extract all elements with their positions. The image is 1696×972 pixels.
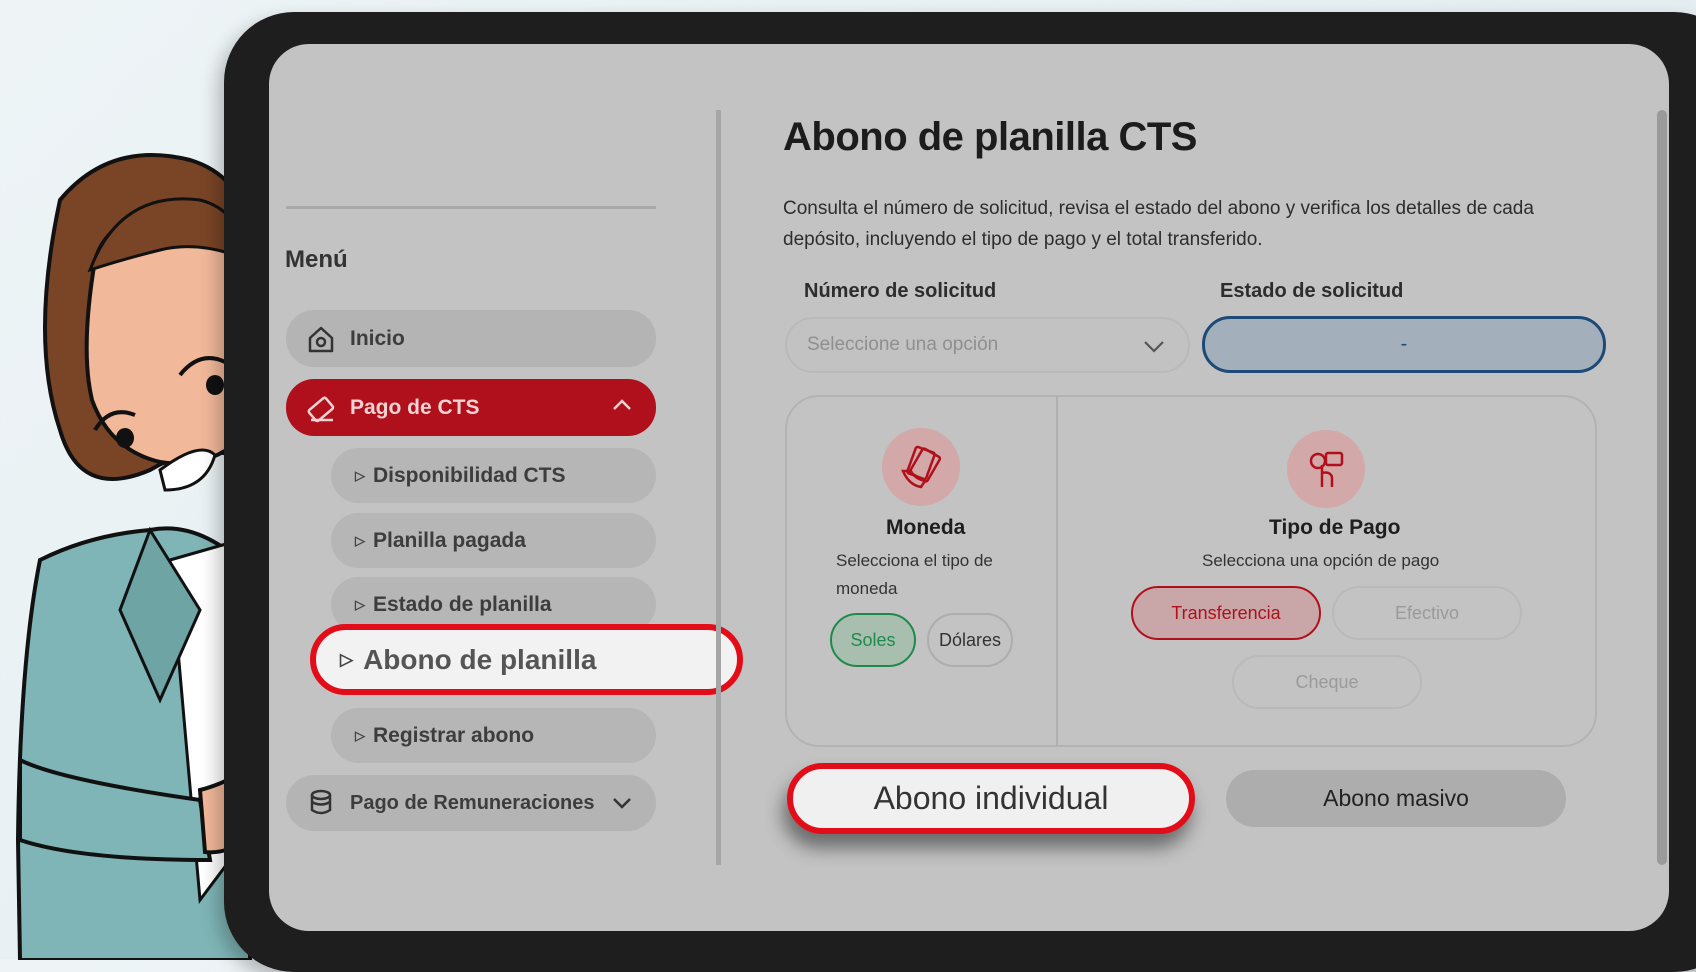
submenu-label: Estado de planilla: [373, 592, 552, 616]
tipo-pago-subtitle: Selecciona una opción de pago: [1202, 551, 1440, 570]
submenu-abono-planilla-highlighted[interactable]: ▷ Abono de planilla: [310, 624, 743, 695]
menu-item-inicio[interactable]: Inicio: [286, 310, 656, 367]
estado-solicitud-field: -: [1202, 316, 1606, 373]
menu-item-pago-remuneraciones[interactable]: Pago de Remuneraciones: [286, 775, 656, 831]
submenu-registrar-abono[interactable]: ▷ Registrar abono: [331, 708, 656, 763]
option-efectivo[interactable]: Efectivo: [1332, 586, 1522, 640]
option-cheque[interactable]: Cheque: [1232, 655, 1422, 709]
page-description: Consulta el número de solicitud, revisa …: [783, 198, 1534, 250]
moneda-subtitle: Selecciona el tipo de moneda: [836, 551, 993, 598]
money-hand-icon: [882, 428, 960, 506]
option-transferencia[interactable]: Transferencia: [1131, 586, 1321, 640]
coins-icon: [306, 788, 336, 818]
scrollbar[interactable]: [1657, 110, 1667, 865]
chevron-down-icon: [1142, 334, 1166, 364]
triangle-right-icon: ▷: [340, 649, 354, 669]
home-icon: [306, 324, 336, 354]
menu-item-pago-cts[interactable]: Pago de CTS: [286, 379, 656, 436]
abono-individual-button[interactable]: Abono individual: [787, 763, 1195, 834]
option-soles[interactable]: Soles: [830, 613, 916, 667]
submenu-label: Planilla pagada: [373, 528, 526, 552]
triangle-right-icon: ▷: [355, 596, 365, 612]
sidebar-separator: [286, 206, 656, 209]
estado-solicitud-label: Estado de solicitud: [1220, 280, 1404, 302]
moneda-title: Moneda: [886, 516, 966, 539]
cts-icon: [306, 393, 336, 423]
triangle-right-icon: ▷: [355, 727, 365, 743]
submenu-label: Abono de planilla: [363, 643, 597, 675]
menu-title: Menú: [285, 246, 348, 273]
option-dolares[interactable]: Dólares: [927, 613, 1013, 667]
menu-item-label: Pago de CTS: [350, 395, 480, 419]
numero-solicitud-label: Número de solicitud: [804, 280, 997, 302]
submenu-planilla-pagada[interactable]: ▷ Planilla pagada: [331, 513, 656, 568]
tipo-pago-title: Tipo de Pago: [1269, 516, 1401, 539]
touch-payment-icon: [1287, 430, 1365, 508]
menu-item-label: Inicio: [350, 326, 405, 350]
chevron-down-icon: [610, 791, 634, 821]
menu-item-label: Pago de Remuneraciones: [350, 791, 595, 814]
numero-solicitud-select[interactable]: Seleccione una opción: [785, 317, 1190, 373]
panel-divider: [1056, 396, 1058, 746]
submenu-label: Registrar abono: [373, 723, 535, 747]
content-divider: [716, 110, 721, 865]
submenu-label: Disponibilidad CTS: [373, 463, 566, 487]
select-placeholder: Seleccione una opción: [807, 334, 999, 355]
chevron-up-icon: [610, 393, 634, 423]
triangle-right-icon: ▷: [355, 532, 365, 548]
triangle-right-icon: ▷: [355, 467, 365, 483]
page-title: Abono de planilla CTS: [783, 115, 1197, 159]
abono-masivo-button[interactable]: Abono masivo: [1226, 770, 1566, 827]
submenu-disponibilidad-cts[interactable]: ▷ Disponibilidad CTS: [331, 448, 656, 503]
estado-value: -: [1400, 333, 1408, 355]
